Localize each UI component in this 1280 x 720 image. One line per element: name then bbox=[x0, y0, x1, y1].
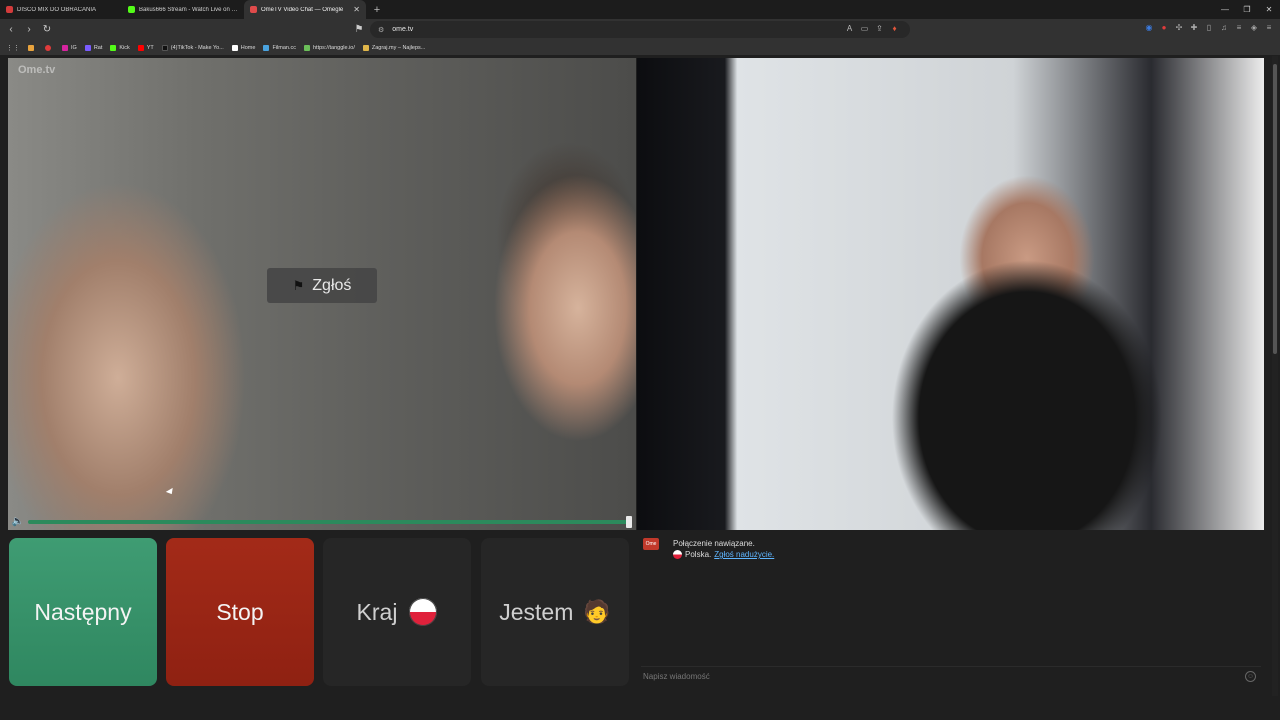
browser-window: DISCO MIX DO OBRACANIA Bakus666 Stream -… bbox=[0, 0, 1280, 720]
zagraj-icon bbox=[362, 45, 369, 51]
bookmark-favicon-icon bbox=[45, 45, 51, 51]
volume-slider-handle[interactable] bbox=[626, 515, 632, 528]
sidebar-icon[interactable]: ▯ bbox=[1204, 23, 1214, 32]
bookmark-item[interactable] bbox=[28, 45, 37, 51]
country-name: Polska. bbox=[685, 550, 712, 559]
bookmark-icon[interactable]: ⚑ bbox=[352, 23, 366, 37]
scrollbar-thumb[interactable] bbox=[1273, 64, 1277, 354]
tab-title: OmeTV Video Chat — Omegle bbox=[261, 6, 344, 13]
report-button[interactable]: ⚑ Zgłoś bbox=[267, 268, 377, 303]
more-menu-icon[interactable]: ≡ bbox=[1264, 23, 1274, 32]
volume-control: 🔈 bbox=[8, 513, 636, 530]
bookmark-favicon-icon bbox=[28, 45, 34, 51]
youtube-favicon-icon bbox=[6, 6, 13, 13]
bookmark-zagraj[interactable]: Zagraj.my – Najleps... bbox=[362, 45, 425, 51]
browser-toolbar: ‹ › ↻ ⚑ ⚙ ome.tv A ▭ ⇪ ♦ ◉ ● ✣ ✚ ▯ ♫ ≡ ◈… bbox=[0, 19, 1280, 41]
bookmark-item[interactable] bbox=[45, 45, 54, 51]
ometv-favicon-icon bbox=[250, 6, 257, 13]
tab-title: DISCO MIX DO OBRACANIA bbox=[17, 6, 97, 13]
poland-flag-icon bbox=[673, 550, 682, 559]
close-tab-icon[interactable]: ✕ bbox=[353, 5, 360, 14]
restore-icon[interactable]: ❐ bbox=[1236, 0, 1258, 19]
site-info-icon[interactable]: ⚙ bbox=[378, 26, 384, 34]
chat-panel: Ome Połączenie nawiązane. Polska. Zgłoś … bbox=[637, 534, 1264, 694]
connection-status: Połączenie nawiązane. bbox=[673, 539, 755, 548]
extensions-icon[interactable]: ✚ bbox=[1189, 23, 1199, 32]
bookmark-tiktok[interactable]: (4)TikTok - Make Yo... bbox=[161, 45, 224, 51]
tab-disco-mix[interactable]: DISCO MIX DO OBRACANIA bbox=[0, 0, 122, 19]
window-controls: — ❐ ✕ bbox=[1214, 0, 1280, 19]
volume-slider[interactable] bbox=[28, 515, 632, 528]
report-abuse-link[interactable]: Zgłoś nadużycie. bbox=[714, 550, 774, 559]
rat-icon bbox=[84, 45, 91, 51]
shield-icon[interactable]: ♦ bbox=[889, 24, 900, 33]
new-tab-icon[interactable]: + bbox=[370, 4, 384, 16]
bookmark-rat[interactable]: Rat bbox=[84, 45, 102, 51]
kick-favicon-icon bbox=[128, 6, 135, 13]
bookmark-yt[interactable]: YT bbox=[137, 45, 154, 51]
country-button[interactable]: Kraj bbox=[323, 538, 471, 686]
filman-icon bbox=[263, 45, 270, 51]
url-text: ome.tv bbox=[392, 26, 414, 33]
stop-button[interactable]: Stop bbox=[166, 538, 314, 686]
record-icon[interactable]: ● bbox=[1159, 23, 1169, 32]
apps-icon[interactable]: ⋮⋮ bbox=[6, 44, 20, 52]
bookmark-tanggle[interactable]: https://tanggle.io/ bbox=[303, 45, 355, 51]
self-camera-video bbox=[637, 58, 1264, 530]
tiktok-icon bbox=[161, 45, 168, 51]
x-icon bbox=[231, 45, 238, 51]
instagram-icon bbox=[62, 45, 68, 51]
emoji-icon[interactable]: ☺ bbox=[1245, 671, 1256, 682]
tab-strip: DISCO MIX DO OBRACANIA Bakus666 Stream -… bbox=[0, 0, 1280, 19]
country-label: Kraj bbox=[356, 598, 398, 625]
next-button[interactable]: Następny bbox=[9, 538, 157, 686]
stranger-video: Ome.tv ⚑ Zgłoś bbox=[8, 58, 636, 530]
bookmark-filman[interactable]: Filman.cc bbox=[263, 45, 296, 51]
gender-button[interactable]: Jestem 🧑 bbox=[481, 538, 629, 686]
back-icon[interactable]: ‹ bbox=[4, 23, 18, 37]
ometv-page: Ome.tv ⚑ Zgłoś 🔈 Następny Stop Kraj Jest… bbox=[0, 56, 1280, 696]
reload-icon[interactable]: ↻ bbox=[40, 23, 54, 37]
bookmarks-bar: ⋮⋮ IG Rat Kick YT (4)TikTok - Make Yo...… bbox=[0, 41, 1280, 55]
media-icon[interactable]: ♫ bbox=[1219, 23, 1229, 32]
gender-label: Jestem bbox=[499, 598, 574, 625]
report-label: Zgłoś bbox=[312, 276, 352, 294]
forward-icon[interactable]: › bbox=[22, 23, 36, 37]
kick-icon bbox=[110, 45, 117, 51]
extensions-area: ◉ ● ✣ ✚ ▯ ♫ ≡ ◈ ≡ bbox=[1144, 23, 1274, 32]
extension-3-icon[interactable]: ✣ bbox=[1174, 23, 1184, 32]
ometv-logo-icon: Ome bbox=[643, 538, 659, 550]
message-input[interactable] bbox=[641, 666, 1261, 686]
bookmark-ig[interactable]: IG bbox=[62, 45, 77, 51]
cast-icon[interactable]: ▭ bbox=[859, 24, 870, 33]
ometv-watermark: Ome.tv bbox=[18, 64, 56, 76]
speaker-icon[interactable]: 🔈 bbox=[8, 516, 28, 527]
bookmark-kick[interactable]: Kick bbox=[110, 45, 130, 51]
translate-icon[interactable]: A bbox=[844, 24, 855, 33]
extension-1-icon[interactable]: ◉ bbox=[1144, 23, 1154, 32]
close-window-icon[interactable]: ✕ bbox=[1258, 0, 1280, 19]
tanggle-icon bbox=[303, 45, 310, 51]
tab-kick-stream[interactable]: Bakus666 Stream - Watch Live on Kick bbox=[122, 0, 244, 19]
partner-country: Polska. Zgłoś nadużycie. bbox=[673, 550, 774, 559]
address-bar[interactable]: ⚙ ome.tv A ▭ ⇪ ♦ bbox=[370, 21, 910, 38]
wallet-icon[interactable]: ◈ bbox=[1249, 23, 1259, 32]
youtube-icon bbox=[137, 45, 144, 51]
page-scrollbar[interactable] bbox=[1272, 56, 1278, 696]
flag-icon: ⚑ bbox=[292, 277, 305, 293]
tab-ometv[interactable]: OmeTV Video Chat — Omegle ✕ bbox=[244, 0, 366, 19]
boy-icon: 🧑 bbox=[583, 599, 611, 624]
share-icon[interactable]: ⇪ bbox=[874, 24, 885, 33]
stop-label: Stop bbox=[216, 598, 264, 625]
address-bar-icons: A ▭ ⇪ ♦ bbox=[844, 24, 900, 33]
poland-flag-icon bbox=[409, 598, 438, 626]
minimize-icon[interactable]: — bbox=[1214, 0, 1236, 19]
mouse-cursor-icon bbox=[165, 487, 176, 497]
bookmark-home[interactable]: Home bbox=[231, 45, 255, 51]
next-label: Następny bbox=[34, 598, 132, 625]
tab-title: Bakus666 Stream - Watch Live on Kick bbox=[139, 6, 238, 13]
menu-icon[interactable]: ≡ bbox=[1234, 23, 1244, 32]
